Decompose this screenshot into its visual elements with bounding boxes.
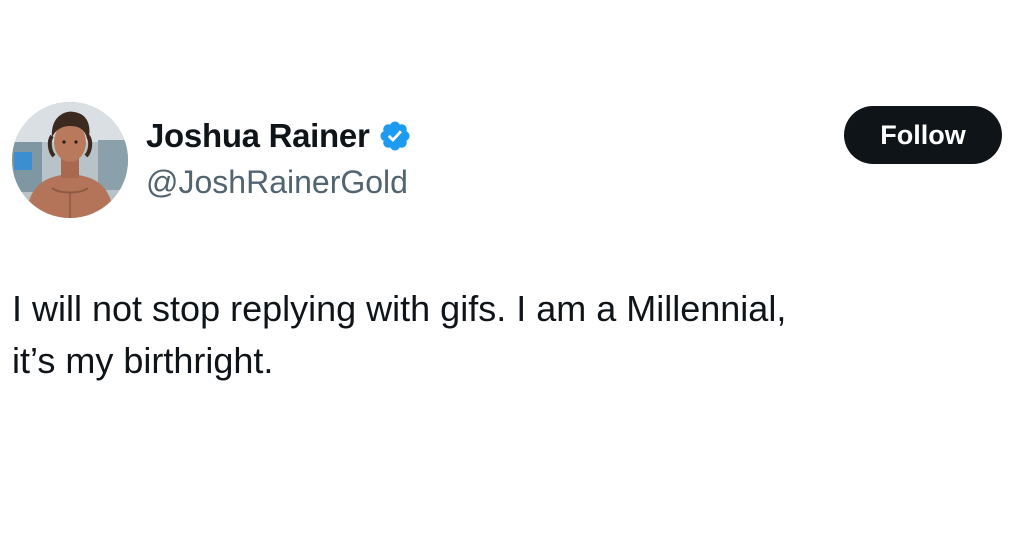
author-handle[interactable]: @JoshRainerGold bbox=[146, 164, 408, 201]
follow-button[interactable]: Follow bbox=[844, 106, 1002, 164]
avatar[interactable] bbox=[12, 102, 128, 218]
tweet-text-line: I will not stop replying with gifs. I am… bbox=[12, 288, 787, 329]
verified-badge-icon[interactable] bbox=[378, 119, 412, 153]
avatar-image bbox=[12, 102, 128, 218]
tweet-card: Joshua Rainer @JoshRainerGold Follow I w… bbox=[0, 0, 1022, 533]
author-name-row: Joshua Rainer bbox=[146, 114, 412, 158]
author-display-name[interactable]: Joshua Rainer bbox=[146, 117, 370, 155]
tweet-text-line: it’s my birthright. bbox=[12, 340, 274, 381]
tweet-text: I will not stop replying with gifs. I am… bbox=[12, 283, 1012, 387]
